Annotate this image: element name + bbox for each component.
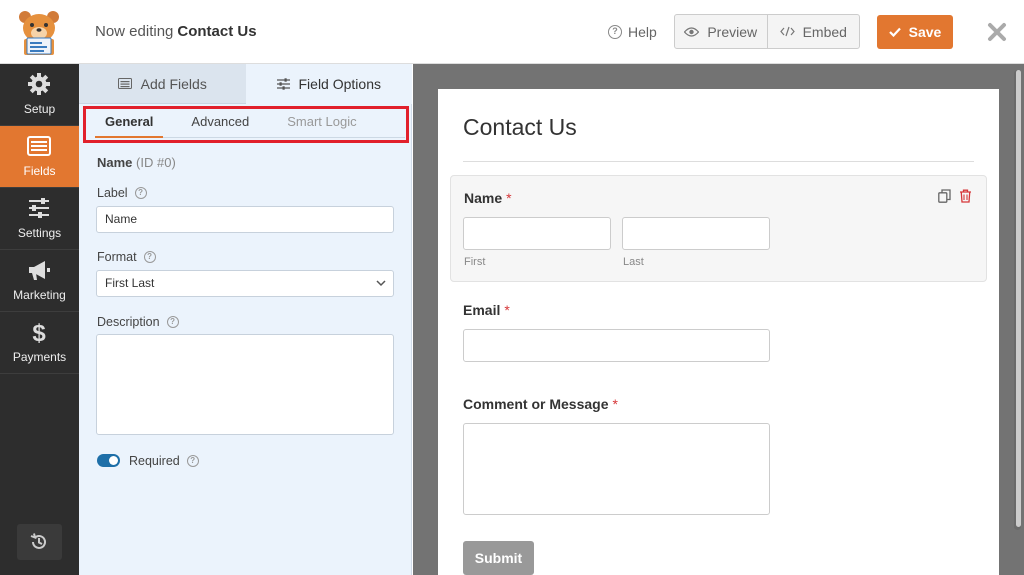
duplicate-icon[interactable] xyxy=(938,189,951,203)
submit-button[interactable]: Submit xyxy=(463,541,534,575)
save-button[interactable]: Save xyxy=(877,15,953,49)
format-select[interactable]: First Last xyxy=(96,270,394,297)
first-sublabel: First xyxy=(464,256,486,268)
toggle-knob xyxy=(109,456,118,465)
field-heading: Name (ID #0) xyxy=(97,155,176,170)
description-option-title: Description ? xyxy=(97,315,179,329)
revisions-button[interactable] xyxy=(17,524,62,560)
editing-prefix: Now editing xyxy=(95,23,174,40)
megaphone-icon xyxy=(29,261,50,280)
label-option-title: Label ? xyxy=(97,186,147,200)
sidebar-item-label: Payments xyxy=(12,350,67,364)
label-title: Label xyxy=(97,186,128,200)
format-option-title: Format ? xyxy=(97,250,156,264)
help-tooltip-icon[interactable]: ? xyxy=(134,187,147,199)
close-icon[interactable] xyxy=(985,20,1009,44)
gear-icon xyxy=(28,73,50,95)
chevron-down-icon xyxy=(376,280,386,287)
save-label: Save xyxy=(908,24,942,40)
required-asterisk: * xyxy=(612,396,618,412)
name-field-selected[interactable]: Name * First Last xyxy=(450,175,987,282)
divider xyxy=(463,161,974,162)
sidebar-item-label: Settings xyxy=(17,226,62,240)
wpforms-bear-logo xyxy=(19,11,59,55)
tab-field-options[interactable]: Field Options xyxy=(245,64,412,104)
sliders-icon xyxy=(29,198,49,218)
top-bar: Now editing Contact Us ? Help Preview Emb… xyxy=(0,0,1024,64)
help-label: Help xyxy=(628,24,657,40)
required-toggle[interactable] xyxy=(97,454,120,467)
email-input[interactable] xyxy=(463,329,770,362)
subtab-smart-logic[interactable]: Smart Logic xyxy=(277,113,366,138)
sidebar-item-label: Fields xyxy=(23,164,56,178)
list-icon xyxy=(117,78,132,89)
name-field-label: Name * xyxy=(464,190,512,206)
sidebar-item-label: Setup xyxy=(23,102,56,116)
field-label-text: Name xyxy=(464,190,503,206)
checkmark-icon xyxy=(888,27,901,37)
code-icon xyxy=(779,26,795,37)
editing-title: Now editing Contact Us xyxy=(95,23,257,40)
trash-icon[interactable] xyxy=(959,189,972,203)
preview-embed-group: Preview Embed xyxy=(674,14,860,49)
preview-button[interactable]: Preview xyxy=(675,15,767,48)
field-id: (ID #0) xyxy=(136,155,176,170)
eye-icon xyxy=(684,26,700,37)
scrollbar-thumb[interactable] xyxy=(1016,70,1021,527)
svg-text:$: $ xyxy=(32,320,46,344)
embed-button[interactable]: Embed xyxy=(766,15,860,48)
help-button[interactable]: ? Help xyxy=(608,24,657,40)
sidebar-item-label: Marketing xyxy=(13,288,66,302)
sidebar-item-fields[interactable]: Fields xyxy=(0,126,79,188)
message-textarea[interactable] xyxy=(463,423,770,515)
required-label: Required xyxy=(129,454,180,468)
form-name: Contact Us xyxy=(177,23,257,40)
panel-tabs: Add Fields Field Options xyxy=(79,64,412,104)
sidebar-item-setup[interactable]: Setup xyxy=(0,64,79,126)
embed-label: Embed xyxy=(802,23,847,40)
builder-sidebar: Setup Fields Settings Marketing $ Paymen… xyxy=(0,64,79,575)
fields-list-icon xyxy=(27,136,51,156)
first-name-input[interactable] xyxy=(463,217,611,250)
subtab-general[interactable]: General xyxy=(95,113,164,138)
sidebar-item-payments[interactable]: $ Payments xyxy=(0,312,79,374)
help-tooltip-icon[interactable]: ? xyxy=(186,455,199,467)
sidebar-item-marketing[interactable]: Marketing xyxy=(0,250,79,312)
last-name-input[interactable] xyxy=(622,217,770,250)
field-name: Name xyxy=(97,155,133,170)
field-options-panel: Add Fields Field Options General Advance… xyxy=(79,64,412,575)
subtab-advanced[interactable]: Advanced xyxy=(181,113,259,138)
tab-label: Field Options xyxy=(298,76,381,92)
last-sublabel: Last xyxy=(623,256,644,268)
help-tooltip-icon[interactable]: ? xyxy=(166,316,179,328)
field-label-text: Email xyxy=(463,302,501,318)
sliders-icon xyxy=(276,78,290,90)
options-subtabs: General Advanced Smart Logic xyxy=(95,113,405,138)
preview-label: Preview xyxy=(707,23,758,40)
description-textarea[interactable] xyxy=(96,334,394,435)
form-preview: Contact Us Name * First Last Email * Comme… xyxy=(438,89,999,575)
field-label-text: Comment or Message xyxy=(463,396,609,412)
label-input[interactable]: Name xyxy=(96,206,394,233)
sidebar-item-settings[interactable]: Settings xyxy=(0,188,79,250)
dollar-icon: $ xyxy=(32,320,46,344)
history-icon xyxy=(30,533,46,549)
description-title: Description xyxy=(97,315,160,329)
form-title: Contact Us xyxy=(463,114,577,140)
tab-add-fields[interactable]: Add Fields xyxy=(79,64,246,104)
tab-label: Add Fields xyxy=(140,75,207,92)
help-tooltip-icon[interactable]: ? xyxy=(143,251,156,263)
required-asterisk: * xyxy=(504,302,510,318)
email-field-label: Email * xyxy=(463,302,510,318)
required-option: Required ? xyxy=(129,454,199,468)
message-field-label: Comment or Message * xyxy=(463,396,618,412)
format-value: First Last xyxy=(105,276,155,290)
required-asterisk: * xyxy=(506,190,512,206)
help-circle-icon: ? xyxy=(608,25,622,39)
format-title: Format xyxy=(97,250,137,264)
